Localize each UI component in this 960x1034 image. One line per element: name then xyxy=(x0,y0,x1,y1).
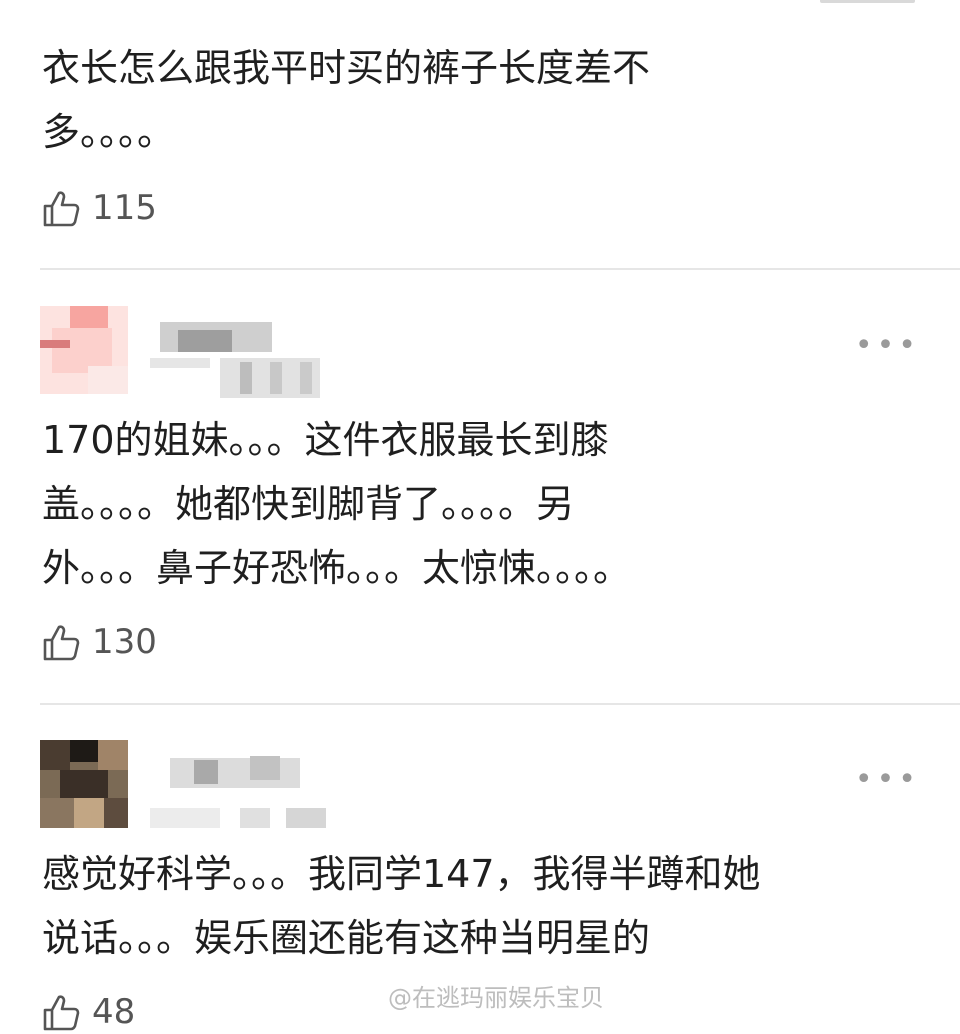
top-edge-bar xyxy=(820,0,915,3)
thumbs-up-icon xyxy=(42,992,82,1032)
divider xyxy=(40,703,960,705)
like-button[interactable]: 130 xyxy=(42,620,157,664)
comment-text: 170的姐妹。。。这件衣服最长到膝 盖。。。。她都快到脚背了。。。。另 外。。。… xyxy=(42,418,632,590)
divider xyxy=(40,268,960,270)
thumbs-up-icon xyxy=(42,622,82,662)
avatar[interactable] xyxy=(40,740,128,828)
comment-text: 衣长怎么跟我平时买的裤子长度差不 多。。。。 xyxy=(42,46,651,154)
like-button[interactable]: 115 xyxy=(42,186,157,230)
like-count: 130 xyxy=(92,622,157,662)
username[interactable] xyxy=(150,322,330,398)
like-button[interactable]: 48 xyxy=(42,990,135,1034)
more-dots-icon[interactable]: ••• xyxy=(855,331,920,361)
like-count: 115 xyxy=(92,188,157,228)
username[interactable] xyxy=(150,752,330,828)
comment-text: 感觉好科学。。。我同学147，我得半蹲和她 说话。。。娱乐圈还能有这种当明星的 xyxy=(42,852,761,960)
watermark: @在逃玛丽娱乐宝贝 xyxy=(388,984,604,1012)
like-count: 48 xyxy=(92,992,136,1032)
thumbs-up-icon xyxy=(42,188,82,228)
avatar[interactable] xyxy=(40,306,128,394)
more-dots-icon[interactable]: ••• xyxy=(855,765,920,795)
